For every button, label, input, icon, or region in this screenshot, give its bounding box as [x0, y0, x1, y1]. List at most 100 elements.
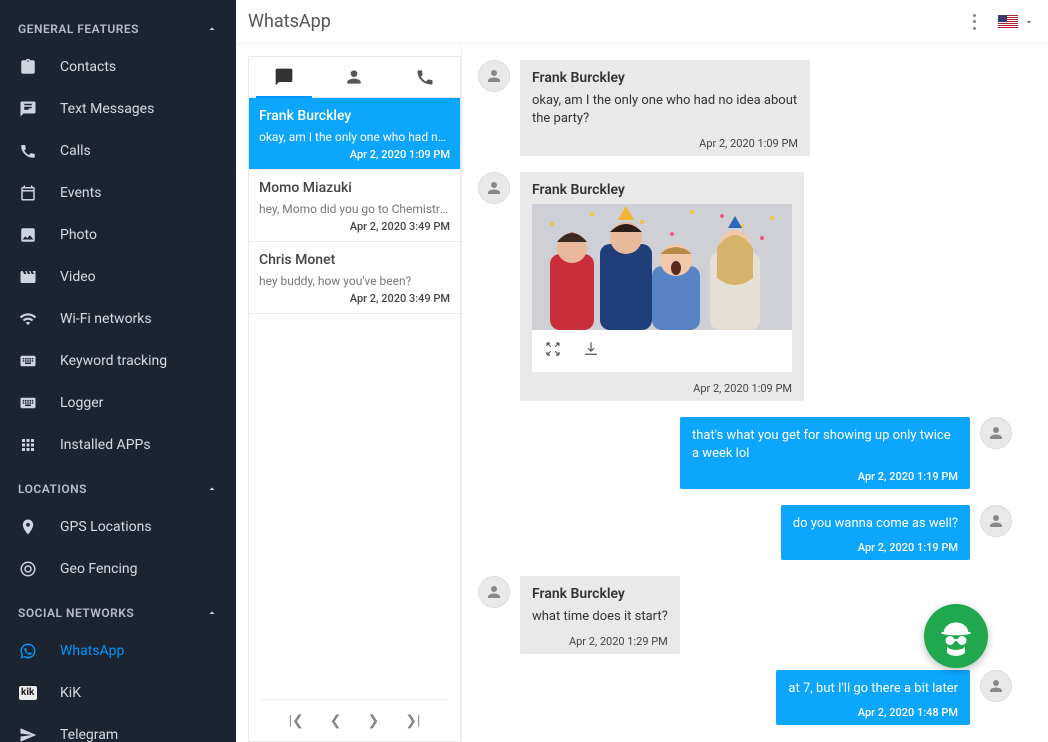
message-text: at 7, but I'll go there a bit later — [788, 680, 958, 698]
sidebar-item-label: KiK — [60, 685, 81, 701]
conversation-item[interactable]: Frank Burckley okay, am I the only one w… — [249, 98, 460, 170]
expand-icon[interactable] — [544, 340, 562, 362]
clipboard-icon — [18, 57, 38, 77]
keyboard-icon — [18, 351, 38, 371]
sidebar-item-installed-apps[interactable]: Installed APPs — [0, 424, 236, 466]
message-time: Apr 2, 2020 1:29 PM — [532, 635, 668, 648]
conversation-card: Frank Burckley okay, am I the only one w… — [248, 56, 461, 742]
download-icon[interactable] — [582, 340, 600, 362]
content: Frank Burckley okay, am I the only one w… — [236, 44, 1048, 742]
telegram-icon — [18, 725, 38, 742]
flag-us-icon — [998, 15, 1018, 28]
message-bubble-out: do you wanna come as well? Apr 2, 2020 1… — [781, 505, 970, 560]
message-time: Apr 2, 2020 1:19 PM — [793, 541, 958, 554]
section-header-general[interactable]: GENERAL FEATURES — [0, 6, 236, 46]
target-icon — [18, 559, 38, 579]
message-sender: Frank Burckley — [532, 586, 668, 602]
chevron-up-icon — [206, 483, 218, 495]
conversation-tabs — [249, 57, 460, 98]
more-icon[interactable] — [966, 14, 982, 30]
conversation-preview: hey buddy, how you've been? — [259, 274, 450, 288]
image-actions — [532, 330, 792, 372]
sidebar-item-photo[interactable]: Photo — [0, 214, 236, 256]
message-row: at 7, but I'll go there a bit later Apr … — [478, 670, 1012, 725]
page-title: WhatsApp — [248, 11, 331, 32]
sidebar-item-label: WhatsApp — [60, 643, 124, 659]
sidebar-item-text-messages[interactable]: Text Messages — [0, 88, 236, 130]
kik-icon: kik — [18, 683, 38, 703]
message-text: that's what you get for showing up only … — [692, 427, 958, 462]
sidebar-item-calls[interactable]: Calls — [0, 130, 236, 172]
conversation-panel: Frank Burckley okay, am I the only one w… — [236, 44, 462, 742]
sidebar-item-video[interactable]: Video — [0, 256, 236, 298]
message-bubble-in: Frank Burckley what time does it start? … — [520, 576, 680, 655]
topbar-right — [966, 14, 1034, 30]
conversation-preview: hey, Momo did you go to Chemistry to… — [259, 202, 450, 216]
keyboard-icon — [18, 393, 38, 413]
message-bubble-out: at 7, but I'll go there a bit later Apr … — [776, 670, 970, 725]
sidebar-item-contacts[interactable]: Contacts — [0, 46, 236, 88]
location-icon — [18, 517, 38, 537]
conversation-name: Frank Burckley — [259, 108, 450, 124]
message-sender: Frank Burckley — [532, 182, 792, 198]
sidebar-item-kik[interactable]: kik KiK — [0, 672, 236, 714]
chevron-up-icon — [206, 607, 218, 619]
sidebar-item-label: Keyword tracking — [60, 353, 167, 369]
avatar — [980, 505, 1012, 537]
sidebar-item-wifi[interactable]: Wi-Fi networks — [0, 298, 236, 340]
message-row: Frank Burckley — [478, 172, 1012, 401]
sidebar-item-label: Geo Fencing — [60, 561, 138, 577]
message-text: okay, am I the only one who had no idea … — [532, 92, 798, 127]
video-icon — [18, 267, 38, 287]
topbar: WhatsApp — [236, 0, 1048, 44]
language-selector[interactable] — [998, 15, 1034, 28]
sidebar-item-events[interactable]: Events — [0, 172, 236, 214]
message-time: Apr 2, 2020 1:09 PM — [532, 382, 792, 395]
pager-next[interactable]: ❯ — [368, 713, 380, 729]
conversation-preview: okay, am I the only one who had no ide… — [259, 130, 450, 144]
main: WhatsApp Frank Burckley okay, am — [236, 0, 1048, 742]
conversation-time: Apr 2, 2020 3:49 PM — [259, 292, 450, 305]
tab-chats[interactable] — [249, 57, 319, 97]
sidebar-item-telegram[interactable]: Telegram — [0, 714, 236, 742]
sidebar-item-label: Telegram — [60, 727, 118, 742]
message-time: Apr 2, 2020 1:48 PM — [788, 706, 958, 719]
message-row: do you wanna come as well? Apr 2, 2020 1… — [478, 505, 1012, 560]
apps-icon — [18, 435, 38, 455]
chevron-down-icon — [1024, 17, 1034, 27]
conversation-time: Apr 2, 2020 1:09 PM — [259, 148, 450, 161]
conversation-name: Momo Miazuki — [259, 180, 450, 196]
message-sender: Frank Burckley — [532, 70, 798, 86]
pager-prev[interactable]: ❮ — [330, 713, 342, 729]
whatsapp-icon — [18, 641, 38, 661]
message-text: do you wanna come as well? — [793, 515, 958, 533]
avatar — [980, 670, 1012, 702]
sidebar-item-gps-locations[interactable]: GPS Locations — [0, 506, 236, 548]
sidebar-item-label: Photo — [60, 227, 97, 243]
pager-last[interactable]: ❯| — [405, 713, 420, 729]
photo-icon — [18, 225, 38, 245]
section-header-label: LOCATIONS — [18, 482, 87, 496]
conversation-item[interactable]: Chris Monet hey buddy, how you've been? … — [249, 242, 460, 314]
pager-first[interactable]: |❮ — [289, 713, 304, 729]
message-bubble-in: Frank Burckley — [520, 172, 804, 401]
conversation-time: Apr 2, 2020 3:49 PM — [259, 220, 450, 233]
avatar — [980, 417, 1012, 449]
avatar — [478, 576, 510, 608]
message-row: Frank Burckley okay, am I the only one w… — [478, 60, 1012, 156]
conversation-item[interactable]: Momo Miazuki hey, Momo did you go to Che… — [249, 170, 460, 242]
conversation-name: Chris Monet — [259, 252, 450, 268]
message-image[interactable] — [532, 204, 792, 330]
section-header-locations[interactable]: LOCATIONS — [0, 466, 236, 506]
sidebar-item-keyword-tracking[interactable]: Keyword tracking — [0, 340, 236, 382]
sidebar-item-whatsapp[interactable]: WhatsApp — [0, 630, 236, 672]
tab-contacts[interactable] — [319, 57, 389, 97]
sidebar-item-logger[interactable]: Logger — [0, 382, 236, 424]
fab-spy[interactable] — [924, 604, 988, 668]
section-header-social[interactable]: SOCIAL NETWORKS — [0, 590, 236, 630]
sidebar-item-label: Events — [60, 185, 101, 201]
tab-calls[interactable] — [390, 57, 460, 97]
sidebar-item-label: Contacts — [60, 59, 116, 75]
sidebar-item-geo-fencing[interactable]: Geo Fencing — [0, 548, 236, 590]
calendar-icon — [18, 183, 38, 203]
